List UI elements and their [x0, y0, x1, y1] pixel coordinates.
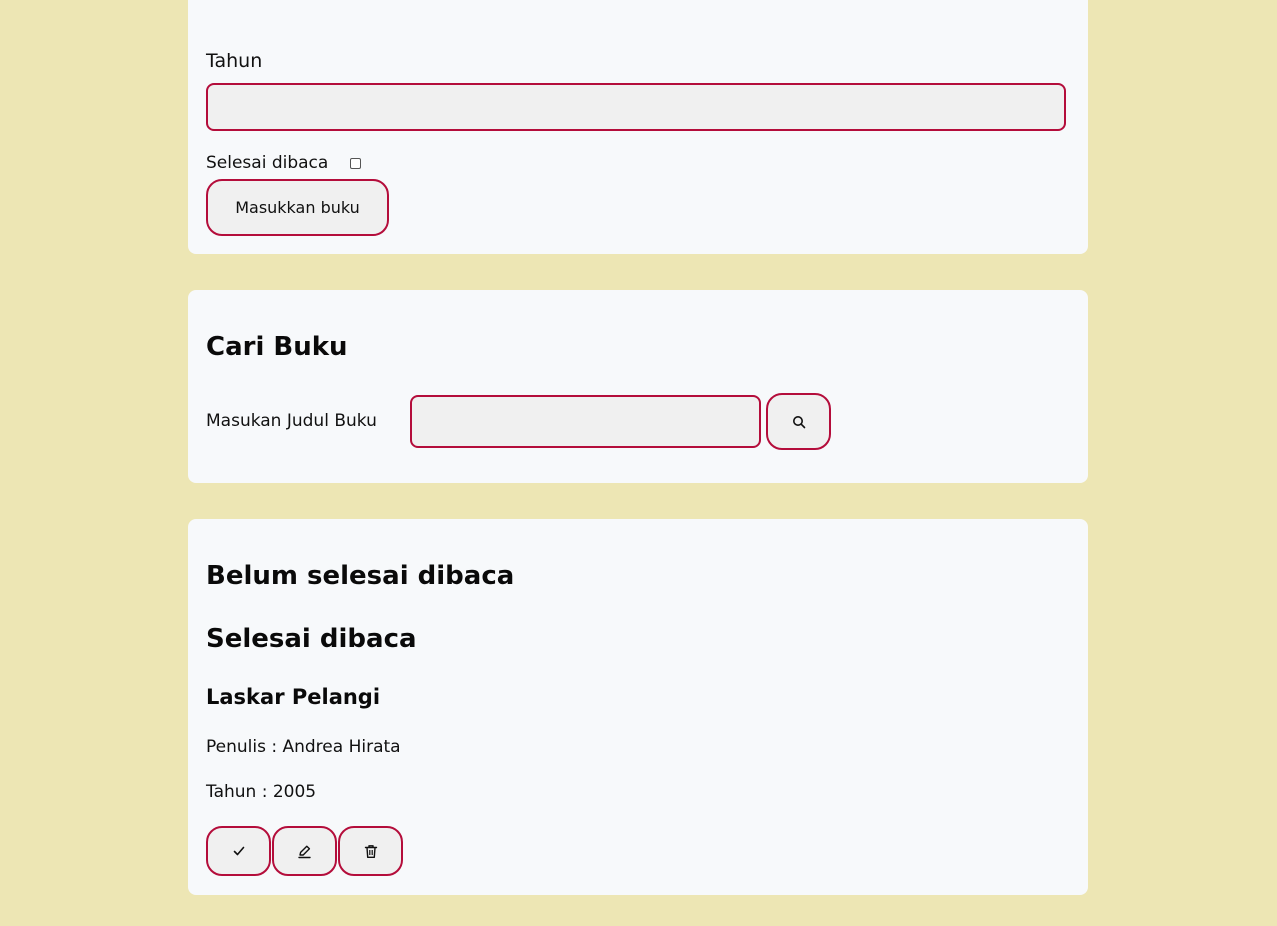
book-title: Laskar Pelangi: [206, 685, 381, 709]
edit-book-button[interactable]: [272, 826, 337, 876]
search-icon: [792, 415, 806, 429]
mark-unfinished-button[interactable]: [206, 826, 271, 876]
search-button[interactable]: [766, 393, 831, 450]
complete-checkbox[interactable]: [350, 158, 361, 169]
submit-book-label: Masukkan buku: [235, 198, 360, 217]
year-field[interactable]: [206, 83, 1066, 131]
pencil-icon: [297, 844, 312, 859]
incomplete-shelf-title: Belum selesai dibaca: [206, 561, 515, 591]
book-year: Tahun : 2005: [206, 782, 317, 802]
search-card: Cari Buku Masukan Judul Buku: [188, 290, 1088, 483]
trash-icon: [364, 844, 378, 859]
submit-book-button[interactable]: Masukkan buku: [206, 179, 389, 236]
delete-book-button[interactable]: [338, 826, 403, 876]
add-book-card: Tahun Selesai dibaca Masukkan buku: [188, 0, 1088, 254]
search-title: Cari Buku: [206, 332, 348, 362]
search-input-label: Masukan Judul Buku: [206, 411, 377, 431]
search-input[interactable]: [410, 395, 761, 448]
book-author: Penulis : Andrea Hirata: [206, 737, 401, 757]
check-icon: [232, 844, 246, 858]
complete-label: Selesai dibaca: [206, 153, 329, 173]
bookshelf-card: Belum selesai dibaca Selesai dibaca Lask…: [188, 519, 1088, 895]
complete-shelf-title: Selesai dibaca: [206, 624, 417, 654]
year-label: Tahun: [206, 50, 263, 72]
